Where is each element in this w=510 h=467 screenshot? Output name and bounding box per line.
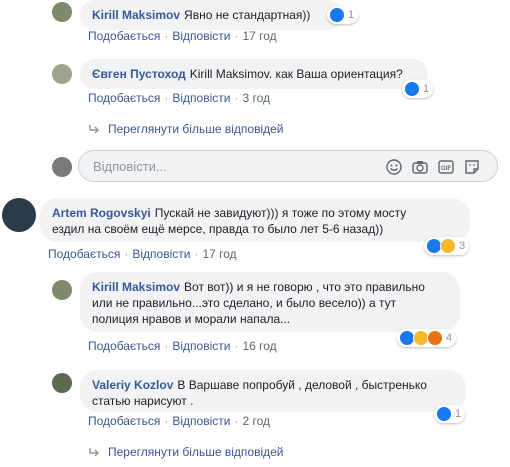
reply-link[interactable]: Відповісти (172, 29, 230, 43)
reply-arrow-icon (89, 448, 99, 457)
comment-text: статью нарисуют . (92, 394, 194, 408)
avatar[interactable] (52, 2, 72, 22)
comment-actions: Подобається · Відповісти · 2 год (88, 414, 270, 428)
camera-icon[interactable] (411, 158, 429, 176)
current-user-avatar (52, 157, 72, 177)
like-link[interactable]: Подобається (48, 247, 120, 261)
separator-dot: · (164, 91, 169, 105)
view-more-replies-link[interactable]: Переглянути більше відповідей (88, 122, 283, 136)
separator-dot: · (124, 247, 129, 261)
comment-time[interactable]: 17 год (202, 247, 236, 261)
svg-text:GIF: GIF (441, 166, 451, 172)
comment-bubble: Євген Пустоход Kirill Maksimov. как Ваша … (80, 59, 428, 89)
comment-actions: Подобається · Відповісти · 16 год (88, 339, 277, 353)
comment-author[interactable]: Євген Пустоход (92, 67, 186, 81)
emoji-icon[interactable] (385, 158, 403, 176)
view-more-replies-label[interactable]: Переглянути більше відповідей (108, 445, 283, 459)
comment-bubble: Kirill Maksimov Вот вот)) и я не говорю ,… (80, 272, 460, 332)
separator-dot: · (234, 29, 239, 43)
comment-actions: Подобається · Відповісти · 17 год (88, 29, 277, 43)
separator-dot: · (164, 339, 169, 353)
comment-time[interactable]: 17 год (242, 29, 276, 43)
comment-time[interactable]: 2 год (242, 414, 270, 428)
comment-text: В Варшаве попробуй , деловой , быстреньк… (177, 378, 427, 392)
avatar[interactable] (52, 373, 72, 393)
reply-link[interactable]: Відповісти (172, 91, 230, 105)
avatar[interactable] (52, 64, 72, 84)
reaction-summary[interactable]: 3 (424, 237, 470, 255)
reaction-summary[interactable]: 4 (397, 329, 457, 347)
like-link[interactable]: Подобається (88, 414, 160, 428)
comment-author[interactable]: Kirill Maksimov (92, 8, 180, 22)
gif-icon[interactable]: GIF (437, 158, 455, 176)
reaction-count: 1 (455, 408, 462, 420)
comment-text: Вот вот)) и я не говорю , что это правил… (184, 280, 425, 294)
sticker-icon[interactable] (463, 158, 481, 176)
comment-bubble: Artem Rogovskyi Пускай не завидуют))) я т… (40, 198, 470, 242)
like-reaction-icon (436, 406, 452, 422)
separator-dot: · (164, 29, 169, 43)
reply-composer[interactable]: GIF (78, 150, 498, 182)
separator-dot: · (194, 247, 199, 261)
comment-author[interactable]: Kirill Maksimov (92, 280, 180, 294)
mention[interactable]: Kirill Maksimov (190, 67, 269, 81)
comment-time[interactable]: 3 год (242, 91, 270, 105)
separator-dot: · (234, 91, 239, 105)
comment-bubble: Kirill Maksimov Явно не стандартная)) (80, 0, 342, 30)
avatar[interactable] (2, 198, 36, 232)
view-more-replies-label[interactable]: Переглянути більше відповідей (108, 122, 283, 136)
haha-reaction-icon (440, 238, 456, 254)
reaction-count: 1 (348, 9, 355, 21)
separator-dot: · (234, 414, 239, 428)
like-link[interactable]: Подобається (88, 91, 160, 105)
reaction-count: 4 (446, 332, 453, 344)
view-more-replies-link[interactable]: Переглянути більше відповідей (88, 445, 283, 459)
reply-link[interactable]: Відповісти (132, 247, 190, 261)
reaction-count: 3 (459, 240, 466, 252)
reply-link[interactable]: Відповісти (172, 414, 230, 428)
comment-bubble: Valeriy Kozlov В Варшаве попробуй , делов… (80, 370, 466, 412)
reply-input[interactable] (91, 158, 335, 175)
reaction-summary[interactable]: 1 (402, 80, 434, 98)
like-reaction-icon (404, 81, 420, 97)
comment-author[interactable]: Artem Rogovskyi (52, 206, 151, 220)
reaction-summary[interactable]: 1 (434, 405, 466, 423)
comment-author[interactable]: Valeriy Kozlov (92, 378, 173, 392)
separator-dot: · (234, 339, 239, 353)
reply-arrow-icon (89, 125, 99, 134)
comment-text: полиция нравов и морали напала... (92, 312, 291, 326)
reaction-count: 1 (423, 83, 430, 95)
reply-link[interactable]: Відповісти (172, 339, 230, 353)
avatar[interactable] (52, 280, 72, 300)
comment-time[interactable]: 16 год (242, 339, 276, 353)
comment-actions: Подобається · Відповісти · 17 год (48, 247, 237, 261)
comment-text: или не правильно...это сделано, и было в… (92, 296, 397, 310)
comment-text: . как Ваша ориентация? (268, 67, 403, 81)
reaction-summary[interactable]: 1 (327, 6, 359, 24)
separator-dot: · (164, 414, 169, 428)
comment-actions: Подобається · Відповісти · 3 год (88, 91, 270, 105)
comment-text: Пускай не завидуют))) я тоже по этому мо… (154, 206, 407, 220)
like-link[interactable]: Подобається (88, 339, 160, 353)
comment-text: Явно не стандартная)) (184, 8, 311, 22)
like-link[interactable]: Подобається (88, 29, 160, 43)
like-reaction-icon (329, 7, 345, 23)
angry-reaction-icon (427, 330, 443, 346)
comment-text: ездил на своём ещё мерсе, правда то было… (52, 222, 384, 236)
